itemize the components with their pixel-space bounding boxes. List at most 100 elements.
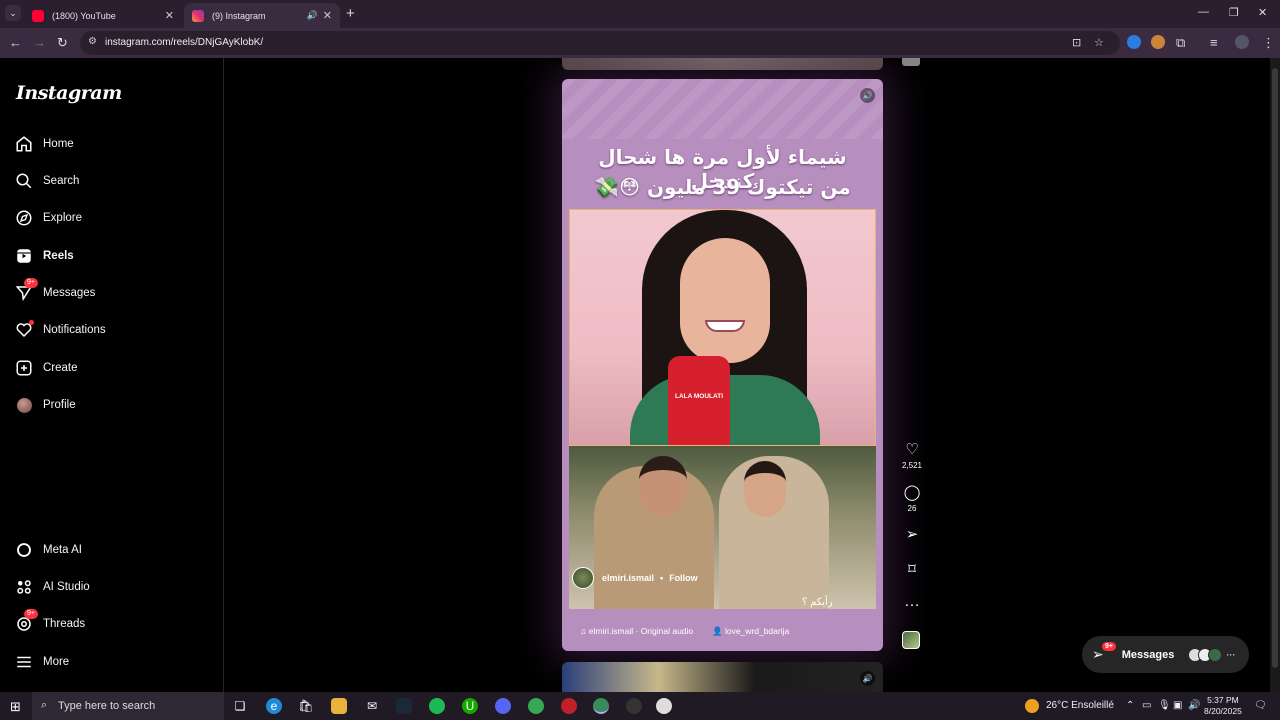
tray-app-icon[interactable]: ▭: [1142, 700, 1151, 711]
tab-list-button[interactable]: ⌄: [5, 5, 21, 21]
tagged-user[interactable]: 👤 love_wrd_bdarija: [712, 626, 789, 637]
file-explorer-icon[interactable]: [331, 698, 347, 714]
windows-start-icon[interactable]: ⊞: [10, 699, 21, 715]
like-action[interactable]: ♡ 2,521: [897, 441, 927, 470]
audio-thumbnail[interactable]: [902, 631, 920, 649]
sidebar-item-explore[interactable]: Explore: [14, 206, 82, 230]
reel-caption-overlay: رأيكم ؟: [802, 597, 833, 608]
send-icon[interactable]: ➢: [897, 526, 927, 544]
page-scrollbar[interactable]: [1270, 58, 1280, 692]
next-volume-icon[interactable]: 🔊: [860, 671, 875, 686]
steam-icon[interactable]: [396, 698, 412, 714]
speaker-icon[interactable]: 🔊: [307, 10, 318, 21]
messages-pill[interactable]: ➢ 9+ Messages ···: [1082, 636, 1249, 673]
forward-icon[interactable]: →: [33, 35, 46, 50]
more-dots-icon[interactable]: ···: [897, 596, 927, 614]
previous-reel[interactable]: [562, 58, 883, 70]
microphone-icon[interactable]: 🎙: [1158, 700, 1171, 711]
instagram-logo[interactable]: Instagram: [16, 82, 122, 104]
audio-attribution[interactable]: ♫ elmiri.ismail · Original audio: [580, 626, 693, 636]
back-icon[interactable]: ←: [9, 35, 22, 50]
sidebar-item-create[interactable]: Create: [14, 356, 78, 380]
reel-headline-line-2: من تيكتوك 39 مليون 😳💸: [594, 175, 851, 199]
comment-count: 26: [907, 504, 917, 513]
next-reel[interactable]: [562, 662, 883, 692]
sidebar-item-ai-studio[interactable]: AI Studio: [14, 575, 90, 599]
extension-blue-icon[interactable]: [1127, 35, 1141, 49]
sidebar-item-search[interactable]: Search: [14, 169, 79, 193]
network-icon[interactable]: ▣: [1173, 700, 1182, 711]
new-tab-button[interactable]: +: [346, 5, 355, 22]
search-icon: ⌕: [41, 699, 48, 711]
system-clock[interactable]: 5:37 PM 8/20/2025: [1204, 695, 1242, 717]
edge-icon[interactable]: e: [266, 698, 282, 714]
sidebar-item-meta-ai[interactable]: Meta AI: [14, 538, 82, 562]
reels-icon: [14, 246, 34, 266]
browser-menu-icon[interactable]: ⋮: [1262, 35, 1275, 51]
close-tab-icon[interactable]: ✕: [323, 9, 332, 22]
tray-chevron-icon[interactable]: ⌃: [1126, 700, 1134, 711]
follow-button[interactable]: Follow: [669, 573, 698, 583]
maximize-button[interactable]: ❐: [1229, 6, 1239, 19]
extension-orange-icon[interactable]: [1151, 35, 1165, 49]
tab-youtube[interactable]: (1800) YouTube ✕: [24, 3, 182, 28]
app-red-icon[interactable]: [561, 698, 577, 714]
sidebar-item-notifications[interactable]: Notifications: [14, 318, 106, 342]
chrome-active-icon[interactable]: [593, 698, 609, 714]
more-options-action[interactable]: ···: [897, 596, 927, 614]
media-control-icon[interactable]: ≡: [1210, 35, 1218, 50]
comment-icon[interactable]: ◯: [897, 484, 927, 502]
taskbar-search[interactable]: ⌕ Type here to search: [32, 692, 224, 720]
sidebar-item-messages[interactable]: 9+ Messages: [14, 278, 95, 305]
url-text[interactable]: instagram.com/reels/DNjGAyKlobK/: [105, 37, 263, 48]
tagged-username: love_wrd_bdarija: [724, 626, 790, 636]
messages-badge: 9+: [24, 278, 38, 288]
close-tab-icon[interactable]: ✕: [165, 9, 174, 22]
sidebar-item-threads[interactable]: 9+ Threads: [14, 609, 85, 636]
minimize-button[interactable]: —: [1198, 6, 1209, 18]
search-icon: [14, 171, 34, 191]
notification-center-icon[interactable]: 🗨: [1254, 700, 1267, 711]
weather-text[interactable]: 26°C Ensoleillé: [1046, 700, 1114, 711]
reload-icon[interactable]: ↻: [57, 35, 68, 51]
bookmark-icon[interactable]: ⌑: [897, 561, 927, 579]
sidebar-item-home[interactable]: Home: [14, 132, 74, 156]
comment-action[interactable]: ◯ 26: [897, 484, 927, 513]
chrome-icon[interactable]: [528, 698, 544, 714]
reel-frame-interview: LALA MOULATI: [569, 209, 876, 446]
store-icon[interactable]: 🛍: [298, 698, 314, 714]
profile-avatar-icon[interactable]: [1235, 35, 1249, 49]
weather-icon: [1025, 699, 1039, 713]
reels-feed[interactable]: 🔊 شيماء لأول مرة ها شحال كندخل من تيكتوك…: [225, 58, 1270, 692]
discord-icon[interactable]: [495, 698, 511, 714]
owner-username[interactable]: elmiri.ismail: [602, 573, 654, 583]
app-white-icon[interactable]: [656, 698, 672, 714]
save-action[interactable]: ⌑: [897, 561, 927, 579]
app-speed-icon[interactable]: [626, 698, 642, 714]
volume-tray-icon[interactable]: 🔊: [1188, 700, 1200, 711]
tab-title: (9) Instagram: [212, 10, 266, 21]
sidebar-item-more[interactable]: More: [14, 650, 69, 674]
mail-icon[interactable]: ✉: [364, 698, 380, 714]
extensions-puzzle-icon[interactable]: ⧉: [1176, 35, 1185, 51]
site-info-icon[interactable]: ⚙: [88, 36, 97, 47]
share-action[interactable]: ➢: [897, 526, 927, 544]
sidebar-item-reels[interactable]: Reels: [14, 244, 74, 268]
close-window-button[interactable]: ✕: [1258, 6, 1267, 19]
address-bar[interactable]: ⚙ instagram.com/reels/DNjGAyKlobK/ ⊡ ☆: [80, 31, 1120, 55]
heart-icon[interactable]: ♡: [897, 441, 927, 459]
sidebar-item-label: Search: [43, 175, 80, 187]
tab-instagram[interactable]: (9) Instagram 🔊 ✕: [184, 3, 340, 28]
owner-avatar[interactable]: [572, 567, 594, 589]
install-app-icon[interactable]: ⊡: [1072, 36, 1081, 49]
upwork-icon[interactable]: U: [462, 698, 478, 714]
reel-video[interactable]: 🔊 شيماء لأول مرة ها شحال كندخل من تيكتوك…: [562, 79, 883, 651]
spotify-icon[interactable]: [429, 698, 445, 714]
task-view-icon[interactable]: ❏: [232, 698, 248, 714]
volume-icon[interactable]: 🔊: [860, 88, 875, 103]
bookmark-star-icon[interactable]: ☆: [1094, 36, 1104, 49]
sidebar-item-label: Create: [43, 362, 78, 374]
previous-audio-thumbnail[interactable]: [902, 58, 920, 66]
scroll-thumb[interactable]: [1272, 68, 1278, 668]
sidebar-item-profile[interactable]: Profile: [14, 393, 76, 417]
